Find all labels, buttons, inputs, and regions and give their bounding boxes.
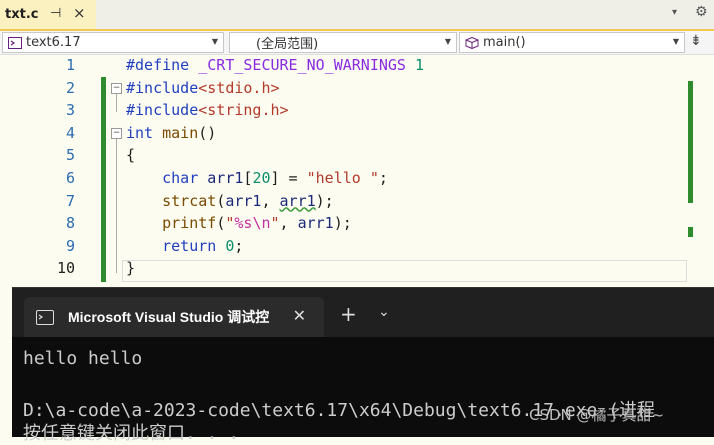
line-number: 5: [65, 146, 75, 165]
code-token: {: [126, 146, 136, 165]
chevron-down-icon[interactable]: ⌄: [378, 304, 390, 320]
chevron-down-icon: ▼: [672, 37, 679, 46]
code-token: <stdio.h>: [198, 78, 280, 97]
fold-guide: [116, 139, 117, 273]
split-window-icon[interactable]: ⇟: [690, 33, 702, 49]
file-tab[interactable]: txt.c ⊣ ×: [0, 0, 96, 29]
line-number: 3: [65, 101, 75, 120]
current-line-highlight: [122, 260, 687, 282]
code-editor[interactable]: 1 2 3 4 5 6 7 8 9 10 − − #define _CRT_SECURE_NO_W…: [0, 55, 714, 287]
tab-list-dropdown-icon[interactable]: ▾: [672, 7, 677, 18]
line-number: 6: [65, 169, 75, 187]
change-tracking-bar: [101, 77, 106, 282]
chevron-down-icon: ▼: [444, 37, 451, 46]
settings-icon[interactable]: ⚙: [695, 4, 708, 20]
code-token: ;: [234, 236, 244, 255]
console-output-line: hello hello: [23, 348, 143, 369]
code-token: #include: [126, 78, 199, 97]
code-token: int: [126, 123, 163, 142]
code-line: }: [126, 259, 135, 277]
code-token: 20: [252, 169, 271, 187]
code-token: <string.h>: [198, 101, 289, 120]
code-token: ,: [261, 191, 280, 210]
scrollbar-change-marker: [688, 227, 693, 237]
fold-collapse-icon[interactable]: −: [111, 83, 122, 94]
code-token: );: [315, 191, 334, 210]
code-line: #include<stdio.h>: [126, 79, 280, 97]
code-line: #define _CRT_SECURE_NO_WARNINGS 1: [126, 56, 424, 74]
project-name: text6.17: [26, 35, 81, 50]
navigation-bar: text6.17 ▼ (全局范围) ▼ main() ▼ ⇟: [0, 31, 714, 55]
code-token: arr1: [207, 169, 244, 187]
code-line: #include<string.h>: [126, 101, 289, 119]
function-name: main(): [483, 35, 526, 50]
line-number: 4: [65, 123, 75, 142]
code-token: arr1: [297, 214, 334, 233]
close-icon[interactable]: ×: [73, 4, 86, 22]
code-line: int main(): [126, 124, 216, 142]
code-token: 1: [415, 56, 425, 74]
code-token: %s: [234, 214, 253, 233]
code-token: #define: [126, 56, 199, 74]
project-icon: [8, 36, 22, 49]
new-tab-button[interactable]: +: [340, 302, 357, 326]
code-token: (: [216, 191, 226, 210]
code-token: arr1: [279, 191, 316, 210]
terminal-icon: [36, 309, 54, 325]
code-token: ] =: [270, 169, 307, 187]
line-number: 8: [65, 214, 75, 233]
document-tab-bar: txt.c ⊣ × ▾ ⚙: [0, 0, 714, 31]
code-line: char arr1[20] = "hello ";: [126, 169, 388, 187]
code-token: main: [162, 123, 199, 142]
code-token: "hello ": [306, 169, 379, 187]
code-token: }: [126, 259, 136, 278]
line-number: 9: [65, 236, 75, 255]
file-tab-title: txt.c: [5, 7, 39, 22]
chevron-down-icon: ▼: [211, 37, 218, 46]
console-tab[interactable]: Microsoft Visual Studio 调试控 ✕: [24, 297, 324, 337]
line-number: 7: [65, 191, 75, 210]
fold-guide: [116, 94, 117, 112]
project-dropdown[interactable]: text6.17 ▼: [2, 32, 224, 53]
console-output-line: 按任意键关闭此窗口. . .: [23, 423, 240, 444]
pin-icon[interactable]: ⊣: [50, 6, 61, 21]
line-number: 10: [56, 259, 75, 278]
code-token: #include: [126, 101, 199, 120]
code-token: \n: [252, 214, 271, 233]
function-cube-icon: [465, 36, 479, 49]
code-line: {: [126, 146, 135, 164]
function-dropdown[interactable]: main() ▼: [459, 32, 685, 53]
code-token: printf: [162, 214, 217, 233]
code-token: arr1: [225, 191, 262, 210]
line-number: 1: [65, 56, 75, 74]
scrollbar-change-marker: [688, 81, 693, 203]
console-tab-title: Microsoft Visual Studio 调试控: [68, 309, 270, 325]
code-token: (: [216, 214, 226, 233]
code-line: strcat(arr1, arr1);: [126, 192, 334, 210]
code-token: char: [162, 169, 208, 187]
code-line: printf("%s\n", arr1);: [126, 214, 352, 232]
code-token: );: [333, 214, 352, 233]
fold-collapse-icon[interactable]: −: [111, 128, 122, 139]
code-token: ,: [279, 214, 298, 233]
code-token: ": [270, 214, 280, 233]
code-line: return 0;: [126, 237, 243, 255]
line-number: 2: [65, 78, 75, 97]
watermark: CSDN @橘子真甜~: [529, 406, 665, 424]
close-icon[interactable]: ✕: [293, 306, 306, 325]
scope-label: (全局范围): [256, 37, 319, 52]
console-tab-bar: Microsoft Visual Studio 调试控 ✕ + ⌄: [12, 288, 714, 337]
code-token: (): [198, 123, 217, 142]
code-token: ;: [378, 169, 388, 187]
code-token: strcat: [162, 191, 217, 210]
code-token: return: [162, 236, 226, 255]
scope-dropdown[interactable]: (全局范围) ▼: [229, 32, 457, 53]
code-token: _CRT_SECURE_NO_WARNINGS: [198, 56, 415, 74]
